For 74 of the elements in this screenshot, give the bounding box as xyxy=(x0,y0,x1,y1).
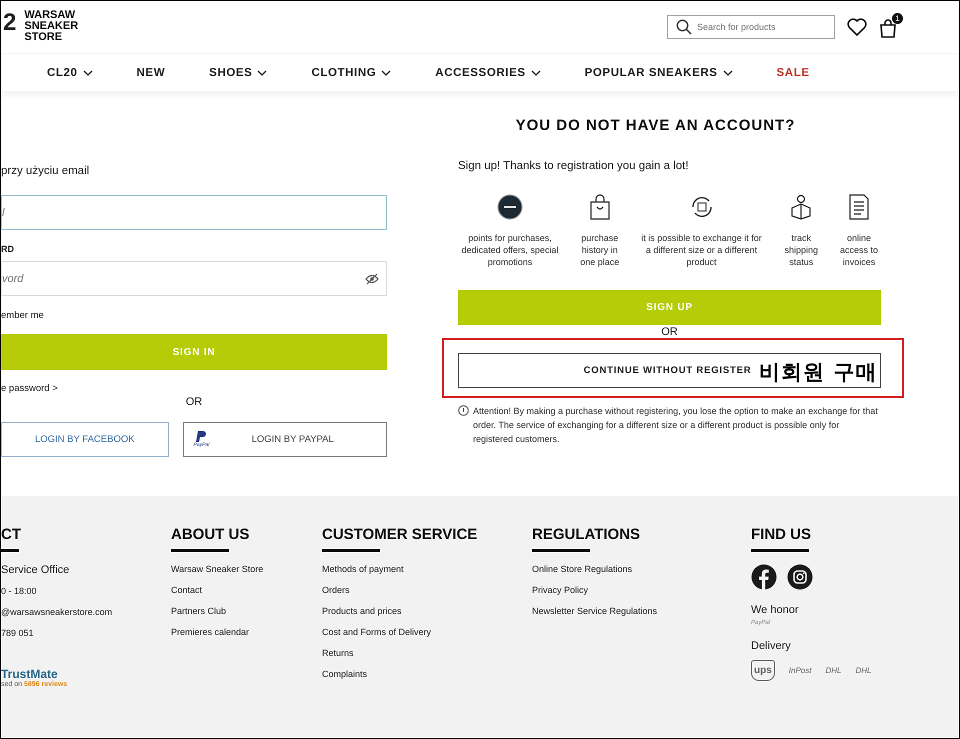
footer-heading: CUSTOMER SERVICE xyxy=(322,526,478,544)
nav-link[interactable]: SALE xyxy=(776,66,810,78)
carrier-logo: InPost xyxy=(788,666,812,675)
benefit-text: it is possible to exchange it for a different size or a different product xyxy=(640,232,763,268)
benefit-text: track shipping status xyxy=(783,232,820,268)
caret-icon[interactable] xyxy=(82,70,93,76)
hidden-eye-icon[interactable] xyxy=(365,273,379,285)
footer-link[interactable]: Products and prices xyxy=(322,606,532,616)
benefit-text: purchase history in one place xyxy=(579,232,620,268)
facebook-login-button[interactable]: LOGIN BY FACEBOOK xyxy=(1,422,169,457)
email-field[interactable]: l xyxy=(1,195,387,230)
footer-link[interactable]: Newsletter Service Regulations xyxy=(532,606,751,616)
caret-icon[interactable] xyxy=(530,70,541,76)
password-field[interactable]: vord xyxy=(1,261,387,296)
search-field[interactable]: Search for products xyxy=(667,15,835,39)
contact-detail: 789 051 xyxy=(1,628,35,638)
login-intro: przy użyciu email xyxy=(1,165,90,177)
footer-link[interactable]: Premieres calendar xyxy=(171,627,322,637)
instagram-icon[interactable] xyxy=(787,564,813,590)
caret-icon[interactable] xyxy=(257,70,268,76)
nav-link[interactable]: SHOES xyxy=(209,66,268,78)
nav-link[interactable]: POPULAR SNEAKERS xyxy=(584,66,733,78)
footer-link[interactable]: Online Store Regulations xyxy=(532,564,751,574)
trustmate-logo[interactable]: TrustMate xyxy=(1,667,171,681)
delivery-label: Delivery xyxy=(751,640,792,652)
annotation-text: 비회원 구매 xyxy=(759,359,878,386)
footer-link[interactable]: Privacy Policy xyxy=(532,585,751,595)
nav-link[interactable]: NEW xyxy=(136,66,166,78)
heart-icon[interactable] xyxy=(847,18,867,36)
shopping-bag-icon xyxy=(588,194,612,220)
document-icon xyxy=(848,194,870,220)
footer-heading: REGULATIONS xyxy=(532,526,642,544)
search-icon xyxy=(676,19,692,35)
attention-note: Attention! By making a purchase without registering, you lose the option to make an exchange for that order. The service of exchanging for a different size or a different product is possible only for registered customers. xyxy=(473,405,879,446)
footer-heading: CT xyxy=(1,526,22,544)
password-label: RD xyxy=(1,244,15,254)
carrier-logo: ups xyxy=(751,660,775,681)
cart-button[interactable]: 1 xyxy=(879,16,899,38)
nav-link[interactable]: CLOTHING xyxy=(311,66,392,78)
cart-count-badge: 1 xyxy=(892,13,903,24)
logo-mark[interactable]: 2 xyxy=(3,10,16,36)
or-separator: OR xyxy=(660,326,679,338)
or-separator: OR xyxy=(184,396,204,408)
footer-heading: ABOUT US xyxy=(171,526,250,544)
nav-link[interactable]: CL20 xyxy=(47,66,93,78)
footer-link[interactable]: Methods of payment xyxy=(322,564,532,574)
footer-link[interactable]: Warsaw Sneaker Store xyxy=(171,564,322,574)
remember-me-label[interactable]: ember me xyxy=(1,310,387,321)
footer-link[interactable]: Orders xyxy=(322,585,532,595)
benefit-text: online access to invoices xyxy=(838,232,880,268)
footer-link[interactable]: Complaints xyxy=(322,669,532,679)
footer-heading: FIND US xyxy=(751,526,812,544)
caret-icon[interactable] xyxy=(381,70,392,76)
we-honor-label: We honor xyxy=(751,604,800,616)
footer-link[interactable]: Cost and Forms of Delivery xyxy=(322,627,532,637)
footer-link[interactable]: Returns xyxy=(322,648,532,658)
club-badge-icon xyxy=(497,194,523,220)
benefit-text: points for purchases, dedicated offers, special promotions xyxy=(460,232,560,268)
carrier-logo: DHL xyxy=(825,666,842,675)
footer-link[interactable]: Partners Club xyxy=(171,606,322,616)
carrier-logo: DHL xyxy=(855,666,872,675)
register-intro: Sign up! Thanks to registration you gain a lot! xyxy=(458,160,690,172)
forgot-password-link[interactable]: e password > xyxy=(1,383,387,394)
store-logo-text[interactable]: WARSAW SNEAKER STORE xyxy=(24,10,78,42)
office-title: Service Office xyxy=(1,564,70,576)
contact-detail: 0 - 18:00 xyxy=(1,586,38,596)
nav-link[interactable]: ACCESSORIES xyxy=(435,66,541,78)
facebook-icon[interactable] xyxy=(751,564,777,590)
contact-detail: @warsawsneakerstore.com xyxy=(1,607,114,617)
footer-link[interactable]: Contact xyxy=(171,585,322,595)
register-title: YOU DO NOT HAVE AN ACCOUNT? xyxy=(514,117,796,134)
caret-icon[interactable] xyxy=(722,70,733,76)
info-icon xyxy=(458,405,469,416)
parcel-location-icon xyxy=(789,194,814,220)
